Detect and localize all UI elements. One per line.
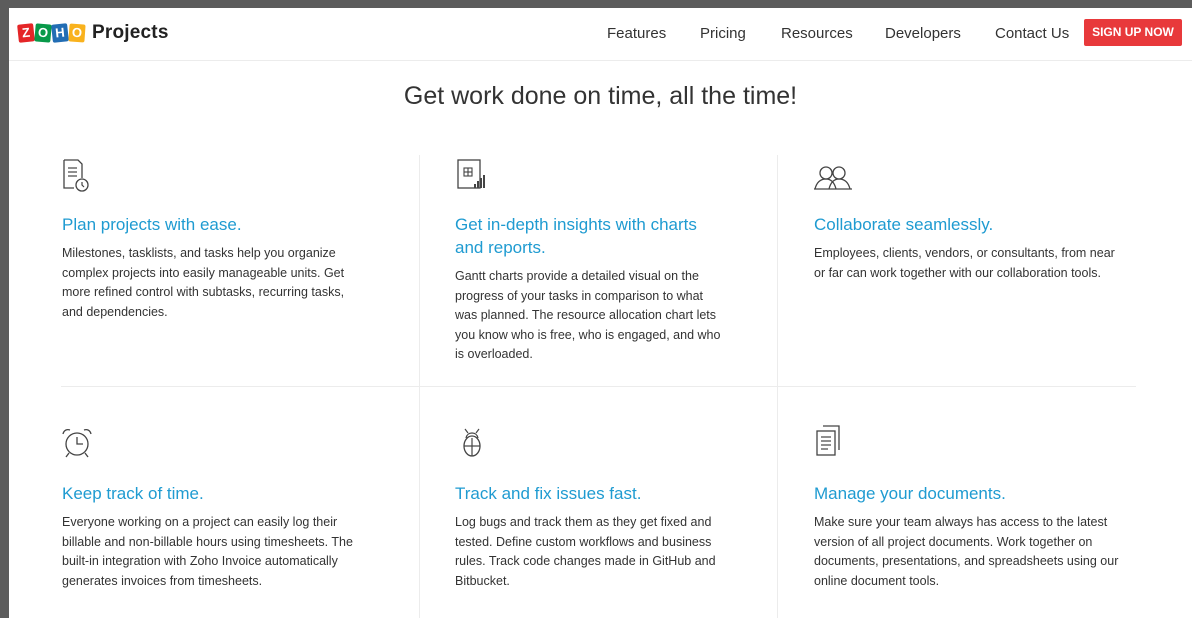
desc-line: Make sure your team always has access to… [814, 515, 1108, 529]
nav-contact-us[interactable]: Contact Us [995, 25, 1069, 42]
feature-title: Get in-depth insights with charts and re… [455, 213, 697, 259]
documents-icon [816, 425, 840, 456]
feature-title: Track and fix issues fast. [455, 484, 642, 503]
desc-line: generates invoices from timesheets. [62, 573, 263, 588]
bug-icon [463, 428, 481, 457]
feature-title: Keep track of time. [62, 484, 204, 503]
desc-line: Employees, clients, vendors, or consulta… [814, 246, 1115, 260]
desc-line: documents, presentations, and spreadshee… [814, 554, 1119, 568]
feature-title: Plan projects with ease. [62, 215, 242, 234]
feature-description: Milestones, tasklists, and tasks help yo… [62, 244, 344, 322]
feature-description: Employees, clients, vendors, or consulta… [814, 244, 1115, 283]
desc-line: progress of your tasks in comparison to … [455, 288, 704, 303]
nav-developers[interactable]: Developers [885, 25, 961, 42]
nav-features[interactable]: Features [607, 25, 666, 42]
window-frame-top [0, 0, 1192, 8]
feature-title: Manage your documents. [814, 484, 1006, 503]
desc-line: Everyone working on a project can easily… [62, 515, 338, 529]
title-line: Get in-depth insights with charts [455, 215, 697, 234]
desc-line: rules. Track code changes made in GitHub… [455, 554, 716, 568]
desc-line: complex projects into easily manageable … [62, 265, 345, 280]
desc-line: and dependencies. [62, 304, 168, 319]
desc-line: Milestones, tasklists, and tasks help yo… [62, 246, 336, 260]
desc-line: Log bugs and track them as they get fixe… [455, 515, 712, 529]
window-frame-left [0, 0, 9, 618]
desc-line: built-in integration with Zoho Invoice a… [62, 554, 338, 568]
desc-line: you know who is free, who is engaged, an… [455, 327, 721, 342]
desc-line: was planned. The resource allocation cha… [455, 308, 717, 322]
people-collaborate-icon [814, 166, 852, 190]
site-header: Z O H O Projects Features Pricing Resour… [9, 8, 1192, 61]
title-line: and reports. [455, 238, 546, 257]
feature-title: Collaborate seamlessly. [814, 215, 994, 234]
logo-letter: Z [17, 23, 35, 43]
feature-description: Make sure your team always has access to… [814, 513, 1118, 591]
tasklist-clock-icon [63, 159, 89, 192]
logo-letter: O [68, 23, 86, 43]
desc-line: or far can work together with our collab… [814, 265, 1101, 280]
desc-line: is overloaded. [455, 347, 533, 361]
product-name: Projects [92, 22, 169, 43]
desc-line: billable and non-billable hours using ti… [62, 534, 353, 549]
feature-description: Everyone working on a project can easily… [62, 513, 353, 591]
chart-report-icon [457, 159, 485, 189]
hero-title: Get work done on time, all the time! [403, 82, 798, 110]
desc-line: more refined control with subtasks, recu… [62, 285, 345, 299]
logo-letter: H [51, 23, 69, 43]
feature-description: Gantt charts provide a detailed visual o… [455, 267, 720, 365]
desc-line: Gantt charts provide a detailed visual o… [455, 269, 699, 283]
nav-resources[interactable]: Resources [781, 25, 853, 42]
desc-line: tested. Define custom workflows and busi… [455, 534, 712, 549]
feature-description: Log bugs and track them as they get fixe… [455, 513, 716, 591]
desc-line: Bitbucket. [455, 573, 510, 588]
zoho-projects-logo[interactable]: Z O H O Projects [17, 22, 169, 44]
desc-line: online document tools. [814, 573, 940, 588]
row-divider [61, 386, 1136, 387]
sign-up-now-button[interactable]: SIGN UP NOW [1084, 19, 1182, 46]
page: Z O H O Projects Features Pricing Resour… [9, 8, 1192, 618]
desc-line: version of all project documents. Work t… [814, 534, 1093, 549]
nav-pricing[interactable]: Pricing [700, 25, 746, 42]
logo-letter: O [34, 23, 52, 43]
alarm-clock-icon [62, 428, 92, 458]
